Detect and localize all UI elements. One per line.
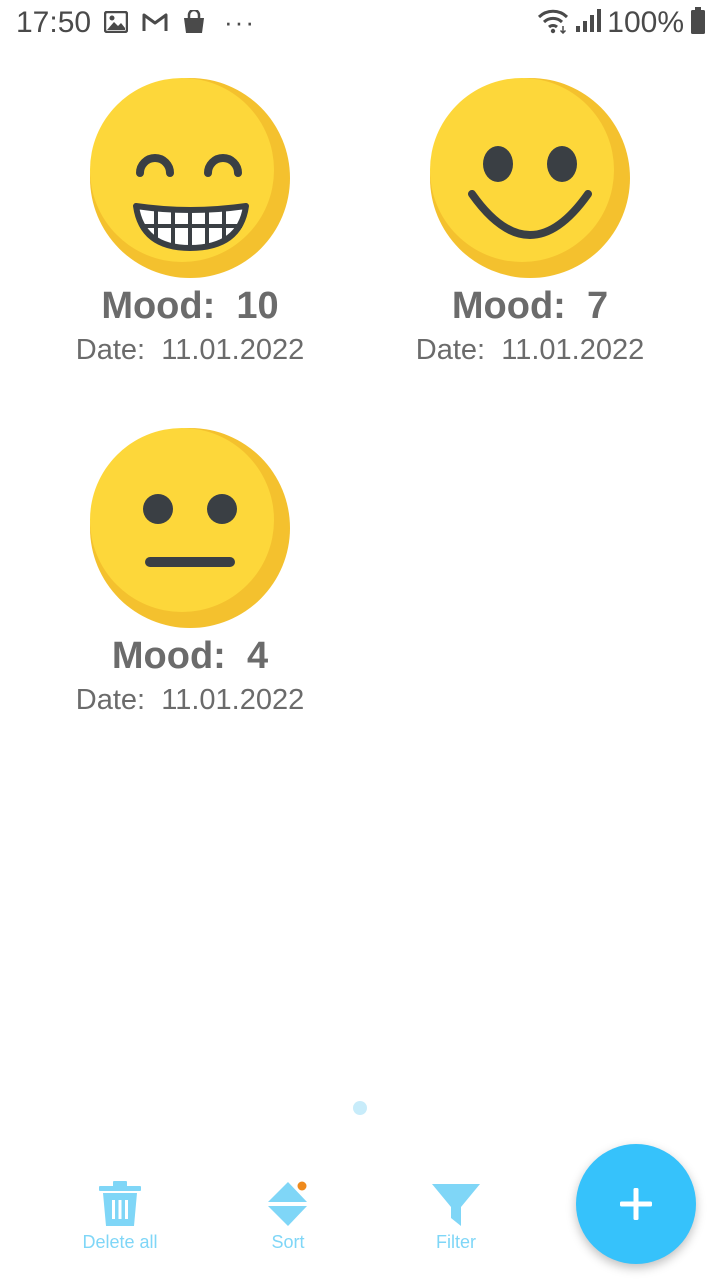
page-indicator-dot [353, 1101, 367, 1115]
mood-value-row: Mood: 7 [370, 284, 690, 328]
sort-label: Sort [271, 1232, 305, 1252]
mood-value: 7 [586, 285, 609, 327]
mood-card[interactable]: Mood: 7 Date: 11.01.2022 [370, 78, 690, 368]
status-icons-left: ··· [104, 7, 256, 37]
delete-all-label: Delete all [82, 1232, 158, 1252]
status-bar: 17:50 ··· 100% [0, 0, 720, 48]
mood-card[interactable]: Mood: 10 Date: 11.01.2022 [30, 78, 350, 368]
add-button[interactable] [576, 1144, 696, 1264]
signal-icon [575, 8, 602, 38]
mood-date: 11.01.2022 [161, 334, 305, 366]
filter-button[interactable]: Filter [386, 1180, 526, 1253]
mood-value: 4 [246, 635, 269, 677]
mood-label: Mood: [451, 285, 566, 327]
sort-icon [268, 1181, 307, 1226]
mood-date: 11.01.2022 [501, 334, 645, 366]
more-icon: ··· [224, 7, 256, 37]
status-time: 17:50 [16, 6, 92, 39]
mood-date-row: Date: 11.01.2022 [370, 332, 690, 368]
gmail-icon [142, 12, 168, 32]
filter-label: Filter [436, 1232, 476, 1252]
wifi-icon [537, 8, 569, 39]
status-icons-right: 100% [537, 6, 706, 40]
neutral-face-icon [90, 428, 290, 628]
date-label: Date: [415, 334, 486, 366]
image-icon [104, 11, 128, 33]
delete-all-button[interactable]: Delete all [50, 1180, 190, 1253]
mood-label: Mood: [111, 635, 226, 677]
date-label: Date: [75, 334, 146, 366]
date-label: Date: [75, 684, 146, 716]
battery-icon [690, 6, 706, 40]
mood-date-row: Date: 11.01.2022 [30, 682, 350, 718]
mood-label: Mood: [101, 285, 216, 327]
mood-date-row: Date: 11.01.2022 [30, 332, 350, 368]
mood-date: 11.01.2022 [161, 684, 305, 716]
mood-value-row: Mood: 4 [30, 634, 350, 678]
grinning-face-icon [90, 78, 290, 278]
filter-icon [432, 1184, 480, 1226]
mood-value-row: Mood: 10 [30, 284, 350, 328]
trash-icon [99, 1181, 141, 1226]
shopping-bag-icon [182, 10, 206, 34]
mood-value: 10 [236, 285, 279, 327]
smiling-face-icon [430, 78, 630, 278]
mood-card[interactable]: Mood: 4 Date: 11.01.2022 [30, 428, 350, 718]
plus-icon [620, 1188, 652, 1220]
battery-percent: 100% [607, 6, 684, 39]
sort-button[interactable]: Sort [218, 1180, 358, 1253]
screen: 17:50 ··· 100% Mood: 10 Date: 11.01.2022… [0, 0, 720, 1280]
